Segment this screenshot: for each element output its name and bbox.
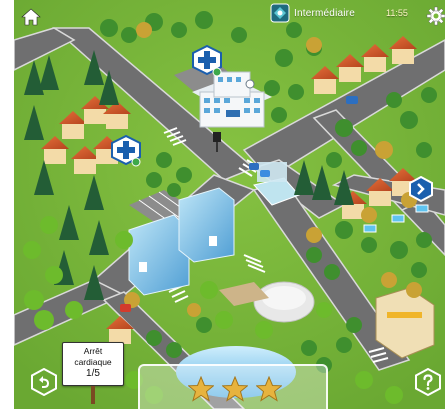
gear-icon [426,6,445,26]
case-title-line2: cardiaque [74,356,112,367]
stars-panel [138,364,328,409]
next-button[interactable] [408,175,434,203]
star-icon [188,376,214,402]
level-icon [270,3,290,23]
case-title-line1: Arrêt [83,346,103,356]
star-icon [256,376,282,402]
chevron-right-icon [409,175,433,203]
settings-button[interactable] [425,5,445,27]
help-button[interactable] [414,367,442,397]
home-icon [21,8,41,26]
dome [253,281,315,323]
undo-arrow-icon [31,367,57,397]
question-mark-icon [415,367,441,397]
home-button[interactable] [20,6,42,28]
game-stage: Intermédiaire 11:55 Arrêt cardiaque 1/5 [14,0,445,409]
back-button[interactable] [30,367,58,397]
level-label: Intermédiaire [294,7,355,19]
level-badge: Intermédiaire [270,3,390,23]
sign-post [91,386,95,404]
clock: 11:55 [386,8,408,18]
star-icon [222,376,248,402]
case-card[interactable]: Arrêt cardiaque 1/5 [62,342,124,404]
case-progress: 1/5 [86,368,100,379]
